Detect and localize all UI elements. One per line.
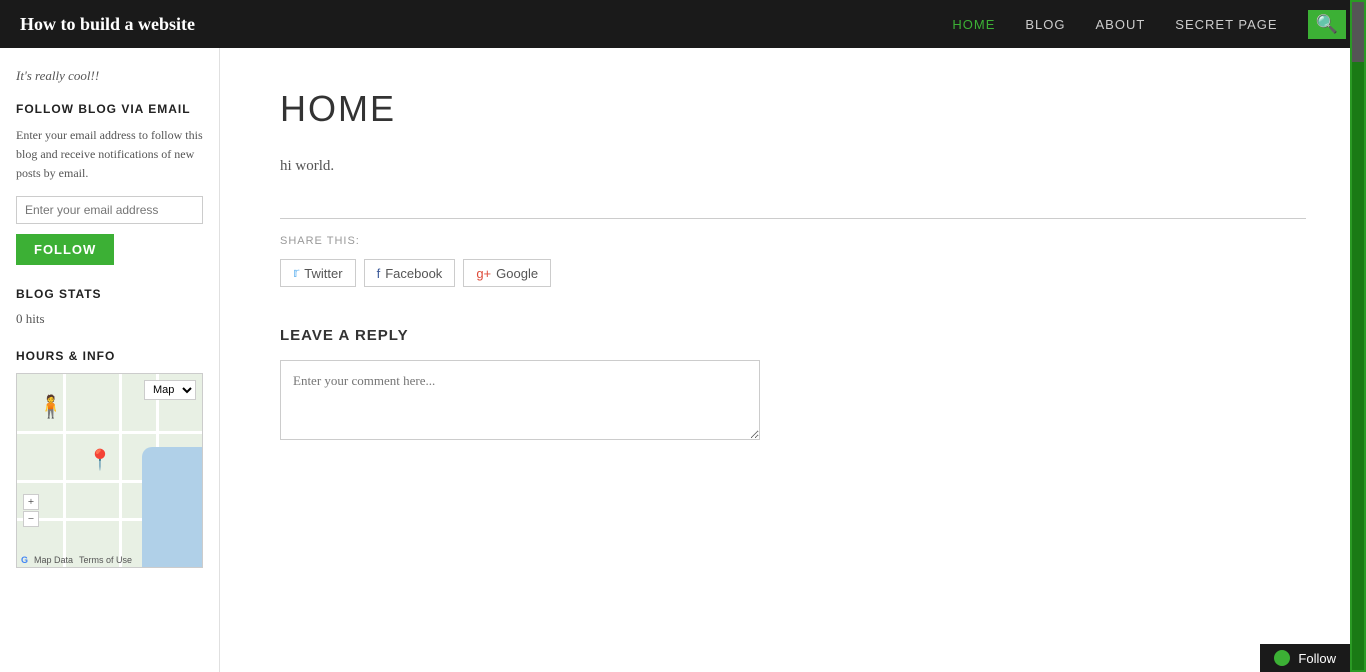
blog-hits: 0 hits (16, 311, 203, 327)
map-type-select[interactable]: Map (144, 380, 196, 400)
share-buttons: 𝕣 Twitter f Facebook g+ Google (280, 259, 1306, 287)
google-share-button[interactable]: g+ Google (463, 259, 551, 287)
google-logo: G (21, 555, 28, 565)
facebook-label: Facebook (385, 266, 442, 281)
google-label: Google (496, 266, 538, 281)
twitter-label: Twitter (304, 266, 342, 281)
page-body-text: hi world. (280, 154, 1306, 178)
site-header: How to build a website HOME BLOG ABOUT S… (0, 0, 1366, 48)
map-zoom-controls: + − (23, 494, 39, 527)
google-plus-icon: g+ (476, 266, 491, 281)
nav-home[interactable]: HOME (952, 17, 995, 32)
site-title: How to build a website (20, 14, 195, 35)
scrollbar (1350, 0, 1366, 672)
follow-email-desc: Enter your email address to follow this … (16, 126, 203, 184)
twitter-share-button[interactable]: 𝕣 Twitter (280, 259, 356, 287)
map-footer: G Map Data Terms of Use (21, 555, 132, 565)
zoom-in-button[interactable]: + (23, 494, 39, 510)
leave-reply-section: LEAVE A REPLY (280, 327, 1306, 445)
follow-footer-button[interactable]: Follow (1260, 644, 1350, 672)
map-person-icon: 🧍 (37, 394, 64, 420)
follow-email-title: FOLLOW BLOG VIA EMAIL (16, 102, 203, 116)
follow-email-section: FOLLOW BLOG VIA EMAIL Enter your email a… (16, 102, 203, 265)
comment-textarea[interactable] (280, 360, 760, 440)
hours-info-title: HOURS & INFO (16, 349, 203, 363)
scrollbar-track[interactable] (1352, 2, 1364, 670)
nav-blog[interactable]: BLOG (1025, 17, 1065, 32)
map-background: 🧍 📍 + − (17, 374, 202, 567)
sidebar: It's really cool!! FOLLOW BLOG VIA EMAIL… (0, 48, 220, 672)
share-section: SHARE THIS: 𝕣 Twitter f Facebook g+ Goog… (280, 218, 1306, 287)
nav-about[interactable]: ABOUT (1096, 17, 1146, 32)
facebook-share-button[interactable]: f Facebook (364, 259, 456, 287)
email-input[interactable] (16, 196, 203, 224)
map-container: Map 🧍 📍 + − (16, 373, 203, 568)
page-wrapper: It's really cool!! FOLLOW BLOG VIA EMAIL… (0, 48, 1366, 672)
follow-label: Follow (1298, 651, 1336, 666)
map-water (142, 447, 202, 567)
twitter-icon: 𝕣 (293, 265, 299, 281)
blog-stats-section: BLOG STATS 0 hits (16, 287, 203, 327)
page-heading: HOME (280, 88, 1306, 130)
scrollbar-thumb[interactable] (1352, 2, 1364, 62)
share-label: SHARE THIS: (280, 235, 1306, 247)
follow-blog-button[interactable]: FOLLOW (16, 234, 114, 265)
map-data-label: Map Data (34, 555, 73, 565)
site-tagline: It's really cool!! (16, 68, 203, 84)
blog-stats-title: BLOG STATS (16, 287, 203, 301)
main-nav: HOME BLOG ABOUT SECRET PAGE 🔍 (952, 10, 1346, 39)
map-pin-icon: 📍 (88, 448, 113, 473)
map-terms-label: Terms of Use (79, 555, 132, 565)
follow-circle-icon (1274, 650, 1290, 666)
main-content: HOME hi world. SHARE THIS: 𝕣 Twitter f F… (220, 48, 1366, 672)
search-icon[interactable]: 🔍 (1308, 10, 1346, 39)
nav-secret-page[interactable]: SECRET PAGE (1175, 17, 1277, 32)
leave-reply-title: LEAVE A REPLY (280, 327, 1306, 344)
zoom-out-button[interactable]: − (23, 511, 39, 527)
hours-info-section: HOURS & INFO Map 🧍 📍 (16, 349, 203, 568)
facebook-icon: f (377, 266, 381, 281)
